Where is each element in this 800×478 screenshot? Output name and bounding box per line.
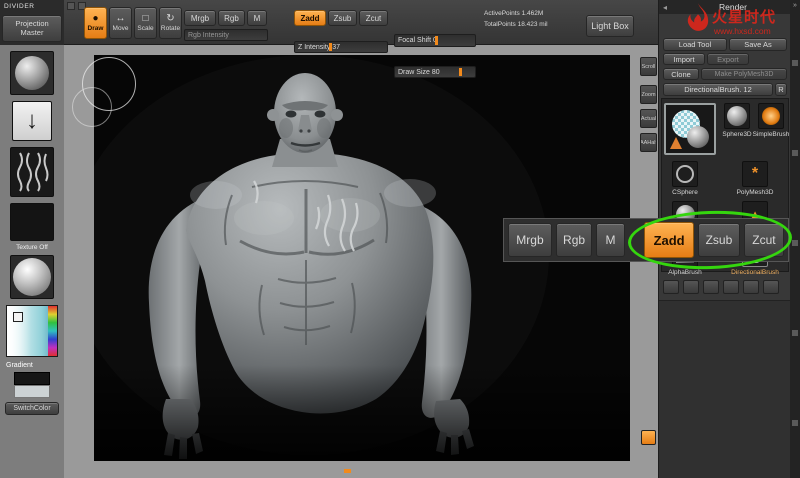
move-button[interactable]: ↔Move [109,7,132,39]
move-icon: ↔ [116,14,126,24]
total-points-stat: TotalPoints 18.423 mil [484,20,548,29]
subpalette-icon[interactable] [763,280,779,294]
subpalette-icon[interactable] [683,280,699,294]
zsub-button[interactable]: Zsub [328,10,357,26]
shelf-scroll-button[interactable]: Scroll [640,57,657,76]
subpalette-icon[interactable] [723,280,739,294]
restore-config-button[interactable]: R [775,83,787,96]
hue-strip[interactable] [48,306,57,356]
watermark: 火星时代 www.hxsd.com [686,2,798,44]
stroke-thumbnail[interactable]: ↓ [12,101,52,141]
edge-icon[interactable] [792,60,798,66]
color-picker[interactable] [6,305,58,357]
divider-block: DIVIDER Projection Master [0,0,64,45]
active-points-stat: ActivePoints 1.462M [484,9,543,18]
rgb-button[interactable]: Rgb [218,10,245,26]
projection-master-button[interactable]: Projection Master [2,15,62,42]
import-button[interactable]: Import [663,53,705,65]
rotate-button[interactable]: ↻Rotate [159,7,182,39]
texture-label: Texture Off [10,243,54,252]
subpalette-icon[interactable] [663,280,679,294]
scale-icon: □ [142,14,148,24]
zadd-button[interactable]: Zadd [294,10,326,26]
inset-mrgb-button[interactable]: Mrgb [508,223,552,257]
z-intensity-slider[interactable]: Z Intensity 37 [294,41,388,53]
rgb-intensity-slider[interactable]: Rgb Intensity [184,29,268,41]
color-cursor [13,312,23,322]
subpalette-icon[interactable] [703,280,719,294]
edge-icon[interactable] [792,150,798,156]
brush-sphere-icon [687,126,709,148]
top-toolbar: DIVIDER Projection Master ●Draw ↔Move □S… [0,0,658,45]
brush-thumbnail[interactable] [10,51,54,95]
tool-label: AlphaBrush [661,269,709,276]
sphere3d-icon [727,106,747,126]
divider-label: DIVIDER [0,0,64,10]
inset-m-button[interactable]: M [596,223,625,257]
tool-thumb-simplebrush[interactable] [758,103,784,129]
zbrush-window: ↓ Texture Off Gradient Swit [0,0,800,478]
draw-icon: ● [92,14,98,24]
watermark-brand: 火星时代 [712,6,776,27]
slider-marker[interactable] [435,36,438,45]
brush-preview-icon [15,56,49,90]
mrgb-button[interactable]: Mrgb [184,10,216,26]
tool-label: CSphere [661,189,709,196]
tool-thumb-sphere3d[interactable] [724,103,750,129]
tool-label: PolyMesh3D [731,189,779,196]
subpalette-icon[interactable] [743,280,759,294]
chevron-left-icon[interactable]: ◂ [659,3,671,12]
subpalette-icon-row [661,278,789,296]
secondary-color-swatch[interactable] [14,385,50,398]
shelf-actual-button[interactable]: Actual [640,109,657,128]
tool-label: SimpleBrush [747,131,795,138]
shelf-aahalf-button[interactable]: AAHalf [640,133,657,152]
clone-button[interactable]: Clone [663,68,699,80]
simplebrush-icon [762,107,780,125]
csphere-icon [676,165,694,183]
tool-thumb-polymesh3d[interactable]: * [742,161,768,187]
texture-thumbnail[interactable] [10,203,54,241]
tool-thumb-csphere[interactable] [672,161,698,187]
active-tool-name-button[interactable]: DirectionalBrush. 12 [663,83,773,96]
inset-rgb-button[interactable]: Rgb [556,223,592,257]
brush-tip-icon [670,137,682,149]
left-shelf: ↓ Texture Off Gradient Swit [0,45,64,478]
material-sphere-icon [13,258,51,296]
main-color-swatch[interactable] [14,372,50,385]
scale-button[interactable]: □Scale [134,7,157,39]
slider-marker[interactable] [459,68,462,76]
draw-button[interactable]: ●Draw [84,7,107,39]
draw-size-slider[interactable]: Draw Size 80 [394,66,476,78]
active-tool-thumbnail[interactable] [664,103,716,155]
m-button[interactable]: M [247,10,267,26]
light-box-button[interactable]: Light Box [586,15,634,37]
focal-shift-slider[interactable]: Focal Shift 0 [394,34,476,47]
polymesh3d-icon: * [752,165,758,183]
tool-label: DirectionalBrush [731,269,779,276]
flame-logo-icon [686,3,710,31]
brush-size-circle-small [72,87,112,127]
stroke-arrow-icon: ↓ [26,107,38,135]
edge-icon[interactable] [792,240,798,246]
alpha-wavy-icon [14,151,50,193]
gradient-label: Gradient [6,361,58,371]
tray-lower-area [659,300,791,478]
edge-icon[interactable] [792,330,798,336]
zcut-button[interactable]: Zcut [359,10,388,26]
edge-icon[interactable] [792,420,798,426]
make-polymesh3d-button[interactable]: Make PolyMesh3D [701,68,787,80]
canvas-bottom-marker [344,469,351,473]
material-thumbnail[interactable] [10,255,54,299]
watermark-url: www.hxsd.com [714,26,771,36]
shelf-zoom-button[interactable]: Zoom [640,85,657,104]
rotate-icon: ↻ [166,14,174,24]
switch-color-button[interactable]: SwitchColor [5,402,59,415]
export-button[interactable]: Export [707,53,749,65]
alpha-thumbnail[interactable] [10,147,54,197]
slider-marker[interactable] [329,43,332,51]
shelf-active-tool-button[interactable] [641,430,656,445]
menu-mini-icon[interactable] [67,2,75,10]
